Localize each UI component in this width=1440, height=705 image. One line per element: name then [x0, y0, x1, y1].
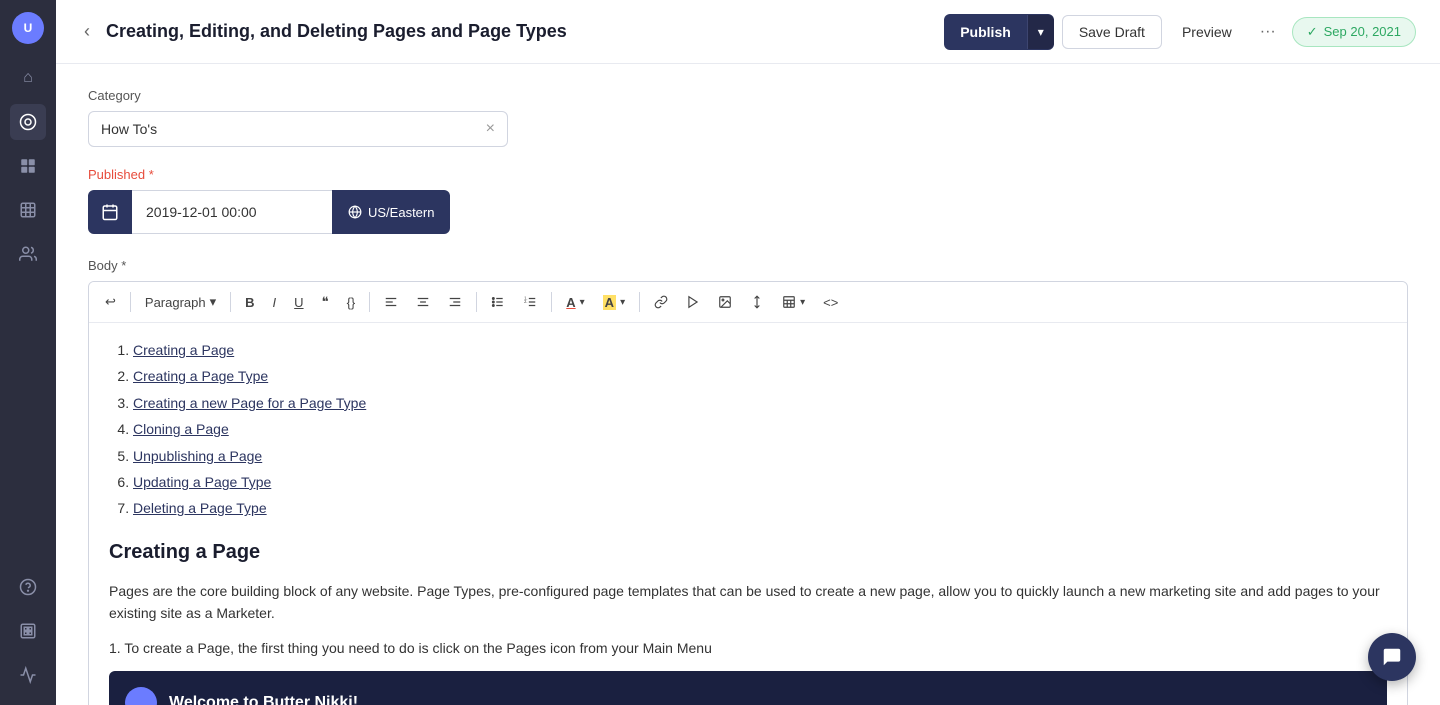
toc-link-3[interactable]: Creating a new Page for a Page Type: [133, 395, 366, 411]
image-button[interactable]: [710, 289, 740, 315]
line-height-button[interactable]: [742, 289, 772, 315]
embed-avatar: [125, 687, 157, 705]
bold-button[interactable]: B: [237, 289, 262, 316]
toolbar-divider-1: [130, 292, 131, 312]
category-label: Category: [88, 88, 1408, 103]
published-row: US/Eastern: [88, 190, 1408, 234]
status-badge: ✓ Sep 20, 2021: [1292, 17, 1416, 47]
toc-link-6[interactable]: Updating a Page Type: [133, 474, 271, 490]
status-date: Sep 20, 2021: [1324, 24, 1401, 39]
toolbar-divider-6: [639, 292, 640, 312]
timezone-button[interactable]: US/Eastern: [332, 190, 450, 234]
toolbar-divider-2: [230, 292, 231, 312]
toc-link-4[interactable]: Cloning a Page: [133, 421, 229, 437]
sidebar-icon-users[interactable]: [10, 236, 46, 272]
check-icon: ✓: [1307, 24, 1318, 40]
svg-text:2.: 2.: [524, 299, 527, 304]
back-button[interactable]: ‹: [80, 17, 94, 46]
page-title: Creating, Editing, and Deleting Pages an…: [106, 21, 944, 42]
chat-button[interactable]: [1368, 633, 1416, 681]
align-center-button[interactable]: [408, 289, 438, 315]
link-button[interactable]: [646, 289, 676, 315]
list-item: Updating a Page Type: [133, 471, 1387, 493]
align-right-button[interactable]: [440, 289, 470, 315]
embed-title: Welcome to Butter Nikki!: [169, 690, 358, 705]
sidebar-icon-settings[interactable]: [10, 657, 46, 693]
save-draft-button[interactable]: Save Draft: [1062, 15, 1162, 49]
preview-button[interactable]: Preview: [1170, 16, 1244, 48]
section-heading: Creating a Page: [109, 536, 1387, 568]
toc-link-7[interactable]: Deleting a Page Type: [133, 500, 267, 516]
toolbar-divider-3: [369, 292, 370, 312]
style-arrow: ▾: [210, 294, 217, 310]
toc-link-2[interactable]: Creating a Page Type: [133, 368, 268, 384]
category-field: ×: [88, 111, 508, 147]
header-actions: Publish ▾ Save Draft Preview ··· ✓ Sep 2…: [944, 14, 1416, 50]
avatar[interactable]: U: [12, 12, 44, 44]
style-label: Paragraph: [145, 295, 206, 310]
category-input[interactable]: [101, 121, 486, 137]
list-item: Creating a new Page for a Page Type: [133, 392, 1387, 414]
toc-link-1[interactable]: Creating a Page: [133, 342, 234, 358]
list-item: Deleting a Page Type: [133, 497, 1387, 519]
undo-button[interactable]: ↩: [97, 288, 124, 316]
font-color-button[interactable]: A ▾: [558, 289, 592, 316]
ordered-list-button[interactable]: 1.2.: [515, 289, 545, 315]
list-item: Unpublishing a Page: [133, 445, 1387, 467]
editor-content-area[interactable]: Creating a Page Creating a Page Type Cre…: [89, 323, 1407, 705]
embed-button[interactable]: <>: [815, 289, 846, 316]
list-item: Creating a Page Type: [133, 365, 1387, 387]
highlight-label: A: [603, 295, 616, 310]
sidebar-icon-help[interactable]: [10, 569, 46, 605]
align-left-button[interactable]: [376, 289, 406, 315]
image-embed: Welcome to Butter Nikki!: [109, 671, 1387, 705]
highlight-button[interactable]: A ▾: [595, 289, 633, 316]
italic-button[interactable]: I: [265, 289, 285, 316]
editor-toolbar: ↩ Paragraph ▾ B I U ❝ {}: [89, 282, 1407, 323]
header: ‹ Creating, Editing, and Deleting Pages …: [56, 0, 1440, 64]
code-button[interactable]: {}: [339, 289, 364, 316]
underline-button[interactable]: U: [286, 289, 311, 316]
font-color-label: A: [566, 295, 575, 310]
list-item: Creating a Page: [133, 339, 1387, 361]
sidebar-icon-media[interactable]: [10, 613, 46, 649]
sidebar-icon-home[interactable]: ⌂: [10, 60, 46, 96]
more-options-button[interactable]: ···: [1252, 15, 1284, 49]
sidebar-icon-grid[interactable]: [10, 192, 46, 228]
toc-link-5[interactable]: Unpublishing a Page: [133, 448, 262, 464]
body-required: *: [118, 258, 127, 273]
publish-dropdown-button[interactable]: ▾: [1027, 15, 1054, 49]
timezone-label: US/Eastern: [368, 205, 434, 220]
section-body: Pages are the core building block of any…: [109, 580, 1387, 625]
table-button[interactable]: ▾: [774, 289, 813, 315]
required-marker: *: [145, 167, 154, 182]
toolbar-divider-5: [551, 292, 552, 312]
main-content: ‹ Creating, Editing, and Deleting Pages …: [56, 0, 1440, 705]
sidebar-icon-pages[interactable]: [10, 148, 46, 184]
body-label: Body *: [88, 258, 1408, 273]
toolbar-divider-4: [476, 292, 477, 312]
step-text: 1. To create a Page, the first thing you…: [109, 637, 1387, 659]
published-label: Published *: [88, 167, 1408, 182]
video-button[interactable]: [678, 289, 708, 315]
category-clear-button[interactable]: ×: [486, 120, 495, 138]
sidebar-icon-blog[interactable]: [10, 104, 46, 140]
calendar-button[interactable]: [88, 190, 132, 234]
body-editor: ↩ Paragraph ▾ B I U ❝ {}: [88, 281, 1408, 705]
publish-main-button[interactable]: Publish: [944, 14, 1027, 50]
toc-list: Creating a Page Creating a Page Type Cre…: [109, 339, 1387, 520]
date-input[interactable]: [132, 190, 332, 234]
bullet-list-button[interactable]: [483, 289, 513, 315]
content-area: Category × Published * US/Eastern Body *: [56, 64, 1440, 705]
blockquote-button[interactable]: ❝: [314, 288, 337, 316]
sidebar: U ⌂: [0, 0, 56, 705]
publish-button-group: Publish ▾: [944, 14, 1054, 50]
list-item: Cloning a Page: [133, 418, 1387, 440]
style-selector[interactable]: Paragraph ▾: [137, 290, 224, 314]
